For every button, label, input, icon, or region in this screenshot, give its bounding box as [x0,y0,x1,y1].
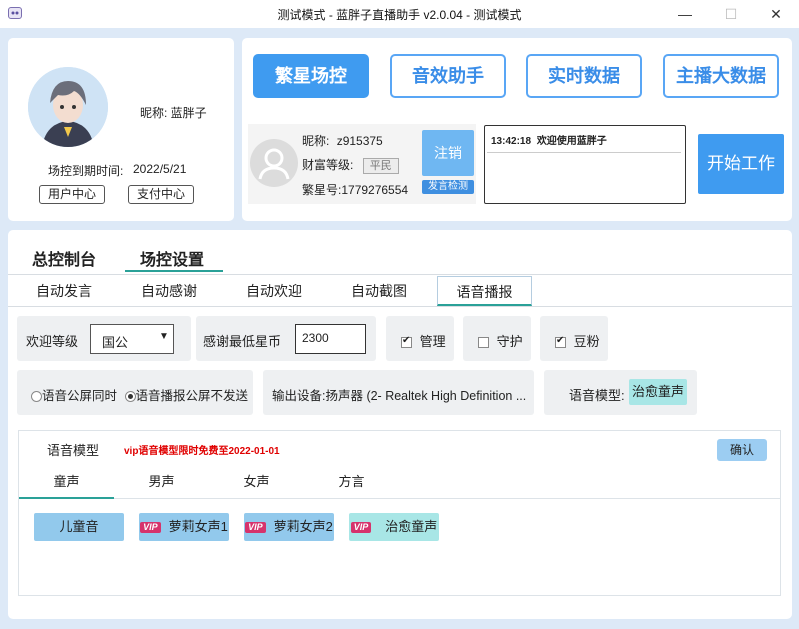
voice-model-label: 语音模型: [569,388,625,403]
voice-model-panel: 语音模型 vip语音模型限时免费至2022-01-01 确认 童声 男声 女声 … [18,430,781,596]
welcome-level-label: 欢迎等级 [26,334,79,349]
fans-cell: 豆粉 [540,316,608,361]
subtab-auto-thanks[interactable]: 自动感谢 [121,276,217,306]
subtab-divider [8,306,792,307]
voice-option-loli-2-label: 萝莉女声2 [273,519,333,534]
radio-voice-and-screen[interactable] [31,391,42,403]
wealth-label: 财富等级: [302,158,354,172]
expiry-date: 2022/5/21 [133,162,187,176]
broadcast-mode-cell: 语音公屏同时 语音播报公屏不发送 [17,370,253,415]
admin-label: 管理 [419,334,446,349]
voice-option-loli-1-label: 萝莉女声1 [168,519,228,534]
voice-panel-title: 语音模型 [47,443,100,458]
nav-realtime-data[interactable]: 实时数据 [526,54,642,98]
profile-nickname: 昵称: 蓝胖子 [140,106,207,120]
confirm-button[interactable]: 确认 [717,439,767,461]
star-id: 1779276554 [341,183,409,197]
radio-voice-and-screen-label: 语音公屏同时 [42,389,118,403]
voice-tab-female[interactable]: 女声 [209,467,304,497]
voice-tab-indicator [19,497,114,499]
subtab-auto-welcome[interactable]: 自动欢迎 [226,276,322,306]
admin-cell: 管理 [386,316,454,361]
guard-cell: 守护 [463,316,531,361]
welcome-level-cell: 欢迎等级 国公 ▼ [17,316,191,361]
admin-checkbox[interactable] [401,335,412,349]
log-divider [487,152,681,153]
guard-label: 守护 [496,334,523,349]
avatar [28,67,108,147]
radio-voice-only-label: 语音播报公屏不发送 [135,389,249,403]
subtab-voice-broadcast[interactable]: 语音播报 [437,276,532,306]
output-device-text: 输出设备:扬声器 (2- Realtek High Definition ... [272,389,527,403]
voice-tab-child[interactable]: 童声 [19,467,114,497]
vip-badge: VIP [350,522,372,534]
nav-anchor-bigdata[interactable]: 主播大数据 [663,54,779,98]
tab-console[interactable]: 总控制台 [32,246,96,270]
fans-checkbox[interactable] [555,335,566,349]
title-bar: 测试模式 - 蓝胖子直播助手 v2.0.04 - 测试模式 — ☐ ✕ [0,0,799,28]
wealth-rank-badge: 平民 [362,158,399,174]
min-coin-label: 感谢最低星币 [203,334,282,349]
voice-option-loli-2[interactable]: VIP 萝莉女声2 [244,513,334,541]
voice-tab-male[interactable]: 男声 [114,467,209,497]
tab-field-settings[interactable]: 场控设置 [140,246,204,270]
star-id-label: 繁星号: [302,183,342,197]
speech-check-button[interactable]: 发言检测 [422,180,474,194]
star-id-row: 繁星号:1779276554 [302,181,408,198]
account-nickname-label: 昵称: [302,134,330,148]
guard-checkbox[interactable] [478,337,489,349]
fans-label: 豆粉 [573,334,600,349]
log-message: 欢迎使用蓝胖子 [536,136,607,147]
vip-badge: VIP [245,522,266,534]
minimize-button[interactable]: — [662,0,708,28]
subtab-auto-speak[interactable]: 自动发言 [16,276,112,306]
log-entry: 13:42:18 欢迎使用蓝胖子 [491,132,607,147]
nav-sound-assistant[interactable]: 音效助手 [390,54,506,98]
wealth-row: 财富等级: 平民 [302,156,399,174]
voice-option-loli-1[interactable]: VIP 萝莉女声1 [139,513,229,541]
vip-badge: VIP [140,522,161,534]
voice-model-cell: 语音模型: 治愈童声 [544,370,697,415]
expiry-label: 场控到期时间: [48,164,124,178]
main-tab-divider [8,274,792,275]
pay-center-button[interactable]: 支付中心 [128,185,194,204]
voice-option-healing-child-label: 治愈童声 [385,519,438,534]
voice-option-child[interactable]: 儿童音 [34,513,124,541]
account-nickname: z915375 [336,134,383,148]
subtab-auto-screenshot[interactable]: 自动截图 [331,276,427,306]
chevron-down-icon: ▼ [159,331,169,342]
vip-promo-text: vip语音模型限时免费至2022-01-01 [124,446,280,457]
close-button[interactable]: ✕ [753,0,799,28]
settings-panel: 总控制台 场控设置 自动发言 自动感谢 自动欢迎 自动截图 语音播报 欢迎等级 … [8,230,792,619]
radio-voice-only[interactable] [124,391,136,403]
welcome-level-value: 国公 [102,335,129,350]
min-coin-input[interactable]: 2300 [295,324,366,354]
voice-tab-divider [114,498,780,499]
voice-option-healing-child[interactable]: VIP 治愈童声 [349,513,439,541]
nav-fanxing-control[interactable]: 繁星场控 [253,54,369,98]
user-center-button[interactable]: 用户中心 [39,185,105,204]
output-device-cell[interactable]: 输出设备:扬声器 (2- Realtek High Definition ... [263,370,534,415]
min-coin-cell: 感谢最低星币 2300 [196,316,376,361]
maximize-button[interactable]: ☐ [708,0,754,28]
start-work-button[interactable]: 开始工作 [698,134,784,194]
log-time: 13:42:18 [491,136,532,147]
account-nickname-row: 昵称: z915375 [302,132,383,149]
main-tab-indicator [125,270,223,272]
account-avatar-icon [250,139,298,187]
control-panel: 繁星场控 音效助手 实时数据 主播大数据 昵称: z915375 财富等级: 平… [242,38,792,221]
welcome-level-select[interactable]: 国公 ▼ [90,324,174,354]
profile-panel: 昵称: 蓝胖子 场控到期时间: 2022/5/21 用户中心 支付中心 [8,38,234,221]
logout-button[interactable]: 注销 [422,130,474,176]
log-box: 13:42:18 欢迎使用蓝胖子 [484,125,686,204]
account-card: 昵称: z915375 财富等级: 平民 繁星号:1779276554 注销 发… [248,124,476,204]
voice-tab-dialect[interactable]: 方言 [304,467,399,497]
voice-model-value[interactable]: 治愈童声 [629,379,687,405]
